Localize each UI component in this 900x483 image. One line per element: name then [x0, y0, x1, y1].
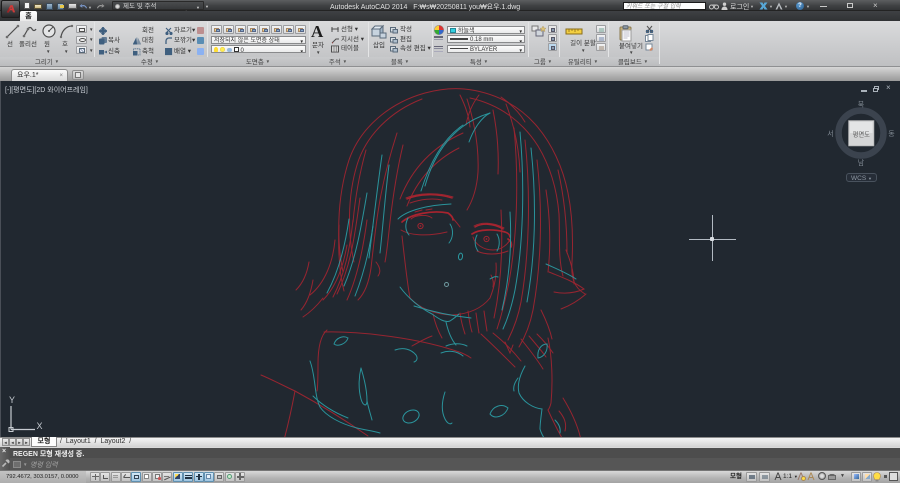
svg-text:남: 남 — [858, 158, 865, 167]
svg-text:동: 동 — [888, 130, 895, 138]
svg-text:Y: Y — [9, 395, 15, 405]
svg-text:X: X — [37, 421, 43, 431]
svg-text:평면도: 평면도 — [853, 130, 871, 139]
svg-text:북: 북 — [858, 101, 865, 109]
svg-text:서: 서 — [827, 129, 833, 138]
